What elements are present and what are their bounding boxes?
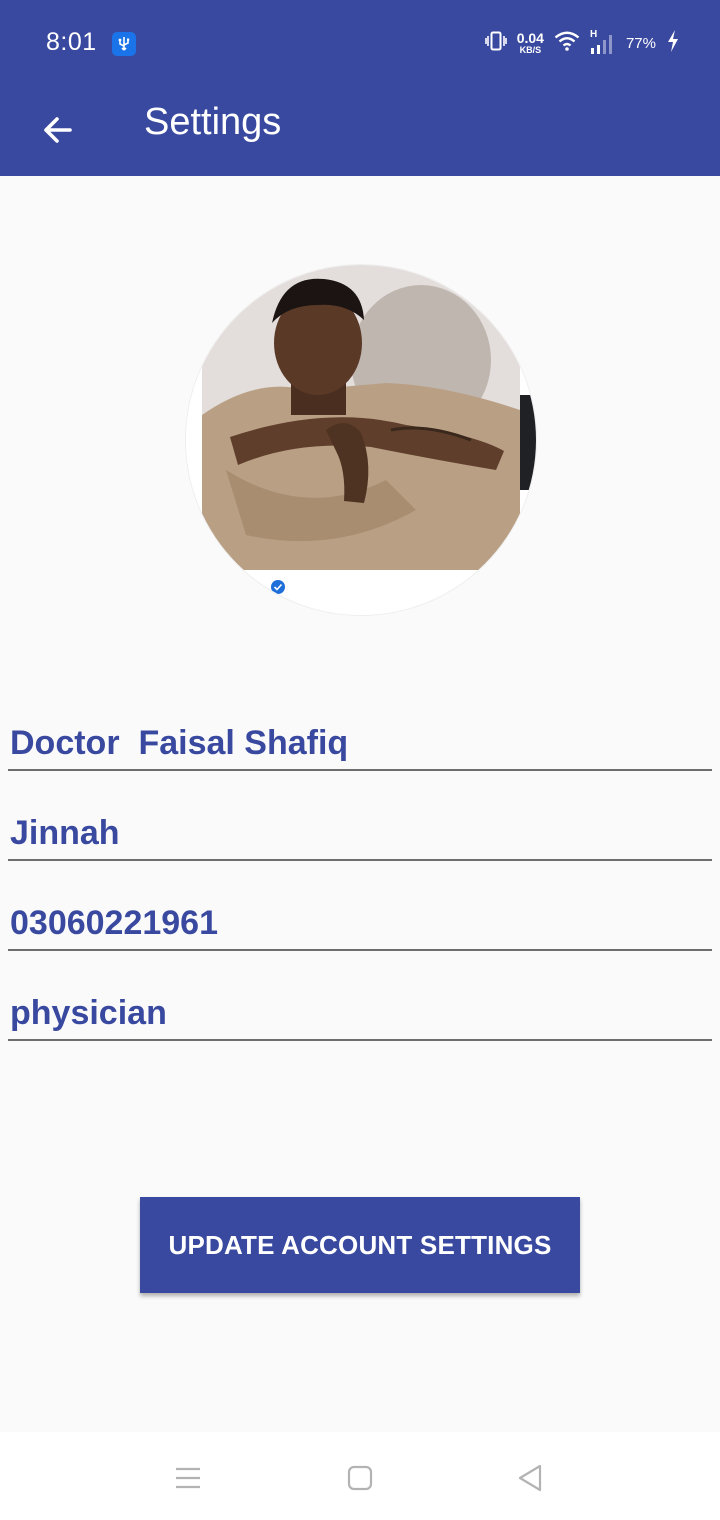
profession-field[interactable]: physician xyxy=(8,981,712,1041)
arrow-left-icon xyxy=(44,117,72,143)
name-field[interactable]: Doctor Faisal Shafiq xyxy=(8,711,712,771)
profession-field-value: physician xyxy=(10,994,167,1032)
menu-icon xyxy=(176,1467,200,1489)
page-title: Settings xyxy=(144,101,282,143)
charging-icon xyxy=(666,29,680,58)
vibrate-icon xyxy=(484,30,507,57)
battery-level: 77% xyxy=(625,34,656,52)
usb-debug-icon xyxy=(112,32,136,56)
network-speed: 0.04 KB/S xyxy=(517,31,544,55)
phone-field-value: 03060221961 xyxy=(10,904,219,942)
system-nav-bar xyxy=(0,1432,720,1520)
app-bar: Settings xyxy=(0,88,720,176)
menu-button[interactable] xyxy=(168,1458,208,1498)
header: 8:01 0.04 KB/S H 77% Settings xyxy=(0,0,720,176)
name-field-value: Doctor Faisal Shafiq xyxy=(10,724,349,762)
home-icon xyxy=(347,1465,373,1491)
back-button[interactable] xyxy=(30,102,86,158)
city-field-value: Jinnah xyxy=(10,814,120,852)
nav-back-button[interactable] xyxy=(510,1458,550,1498)
status-time: 8:01 xyxy=(46,28,97,56)
back-triangle-icon xyxy=(518,1464,542,1492)
city-field[interactable]: Jinnah xyxy=(8,801,712,861)
status-icons: 0.04 KB/S H 77% xyxy=(484,28,680,58)
phone-field[interactable]: 03060221961 xyxy=(8,891,712,951)
home-button[interactable] xyxy=(340,1458,380,1498)
network-speed-value: 0.04 xyxy=(516,30,544,46)
status-bar: 8:01 0.04 KB/S H 77% xyxy=(0,0,720,88)
wifi-icon xyxy=(554,31,580,56)
network-speed-unit: KB/S xyxy=(519,45,542,55)
update-account-settings-button[interactable]: UPDATE ACCOUNT SETTINGS xyxy=(140,1197,580,1293)
profile-avatar[interactable] xyxy=(186,265,536,615)
signal-icon: H xyxy=(590,29,616,55)
